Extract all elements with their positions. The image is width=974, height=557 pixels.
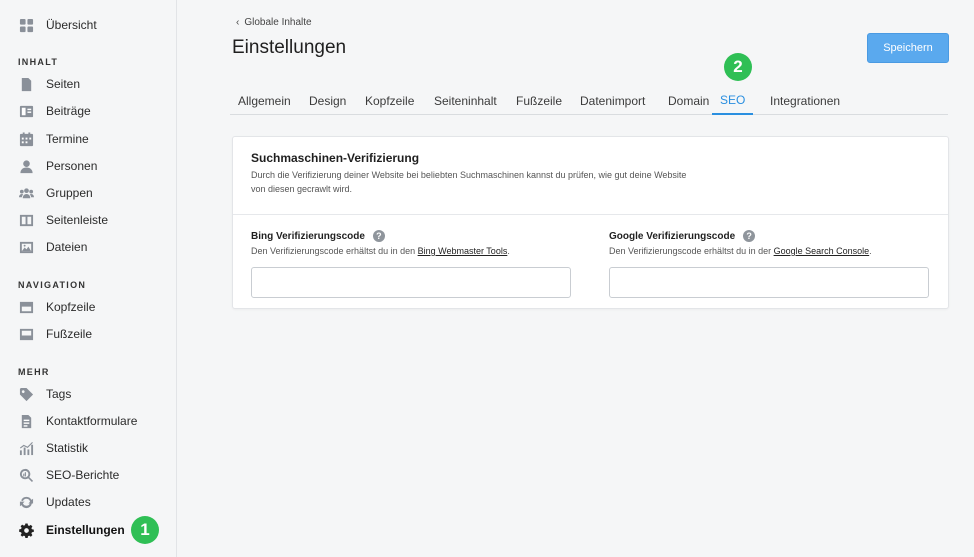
bing-label-text: Bing Verifizierungscode: [251, 230, 365, 242]
tab-page-content[interactable]: Seiteninhalt: [426, 86, 505, 115]
card-description-line: Durch die Verifizierung deiner Website b…: [251, 170, 687, 180]
tab-data-import[interactable]: Datenimport: [572, 86, 653, 115]
google-verification-field: Google Verifizierungscode ? Den Verifizi…: [609, 229, 929, 298]
search-chart-icon: [19, 468, 34, 483]
sidebar-item-sidebar[interactable]: Seitenleiste: [19, 210, 108, 230]
card-title: Suchmaschinen-Verifizierung: [251, 151, 420, 165]
bing-desc-suffix: .: [507, 246, 510, 256]
card-header: Suchmaschinen-Verifizierung Durch die Ve…: [233, 137, 948, 215]
sidebar-item-label: Übersicht: [46, 18, 97, 32]
bing-verification-field: Bing Verifizierungscode ? Den Verifizier…: [251, 229, 571, 298]
sidebar-item-files[interactable]: Dateien: [19, 237, 87, 257]
sidebar-item-label: Beiträge: [46, 104, 91, 118]
sidebar-item-persons[interactable]: Personen: [19, 156, 97, 176]
image-icon: [19, 240, 34, 255]
group-icon: [19, 186, 34, 201]
sidebar-item-label: Seiten: [46, 77, 81, 91]
page-icon: [19, 77, 34, 92]
sidebar-item-label: Einstellungen: [46, 523, 125, 537]
sidebar-item-events[interactable]: Termine: [19, 129, 89, 149]
card-description-line: von diesen gecrawlt wird.: [251, 184, 353, 194]
chart-icon: [19, 441, 34, 456]
section-label-content: INHALT: [18, 57, 59, 67]
tab-bar: Allgemein Design Kopfzeile Seiteninhalt …: [230, 86, 948, 115]
tab-domain[interactable]: Domain: [660, 86, 717, 115]
gear-icon: [19, 522, 34, 538]
sidebar-item-label: Seitenleiste: [46, 213, 109, 227]
sidebar-item-label: Tags: [46, 387, 72, 401]
sidebar-item-groups[interactable]: Gruppen: [19, 183, 93, 203]
help-icon[interactable]: ?: [372, 230, 385, 242]
chevron-left-icon: ‹: [236, 17, 240, 28]
posts-icon: [19, 104, 34, 119]
sidebar-item-tags[interactable]: Tags: [19, 384, 71, 404]
sidebar-item-label: Personen: [46, 159, 98, 173]
card-description: Durch die Verifizierung deiner Website b…: [251, 168, 751, 196]
grid-icon: [19, 18, 34, 33]
bing-webmaster-tools-link[interactable]: Bing Webmaster Tools: [418, 246, 508, 256]
tab-footer[interactable]: Fußzeile: [508, 86, 570, 115]
header-layout-icon: [19, 300, 34, 315]
step-badge-1: 1: [131, 516, 159, 544]
google-desc-suffix: .: [869, 246, 872, 256]
sidebar-item-label: Kontaktformulare: [46, 414, 138, 428]
footer-layout-icon: [19, 327, 34, 342]
google-verification-input[interactable]: [609, 267, 929, 298]
google-desc-text: Den Verifizierungscode erhältst du in de…: [609, 246, 774, 256]
person-icon: [19, 159, 34, 174]
sidebar: Übersicht INHALT Seiten Beiträge Termine…: [0, 0, 177, 557]
sidebar-item-footer[interactable]: Fußzeile: [19, 324, 92, 344]
sidebar-item-pages[interactable]: Seiten: [19, 74, 80, 94]
google-label-text: Google Verifizierungscode: [609, 230, 736, 242]
bing-field-description: Den Verifizierungscode erhältst du in de…: [251, 246, 571, 258]
tab-general[interactable]: Allgemein: [230, 86, 299, 115]
tab-integrations[interactable]: Integrationen: [762, 86, 848, 115]
refresh-icon: [19, 495, 34, 510]
tag-icon: [19, 387, 34, 402]
breadcrumb[interactable]: ‹ Globale Inhalte: [236, 17, 312, 28]
section-label-navigation: NAVIGATION: [18, 280, 87, 290]
breadcrumb-link[interactable]: Globale Inhalte: [244, 17, 311, 28]
sidebar-item-label: Fußzeile: [46, 327, 93, 341]
sidebar-item-label: Updates: [46, 495, 91, 509]
google-field-description: Den Verifizierungscode erhältst du in de…: [609, 246, 929, 258]
bing-desc-text: Den Verifizierungscode erhältst du in de…: [251, 246, 418, 256]
bing-verification-input[interactable]: [251, 267, 571, 298]
bing-field-label: Bing Verifizierungscode ?: [251, 229, 571, 243]
sidebar-item-settings[interactable]: Einstellungen: [19, 520, 125, 540]
sidebar-item-label: SEO-Berichte: [46, 468, 120, 482]
sidebar-item-label: Gruppen: [46, 186, 93, 200]
sidebar-item-label: Dateien: [46, 240, 88, 254]
sidebar-item-contact-forms[interactable]: Kontaktformulare: [19, 411, 137, 431]
main-content: ‹ Globale Inhalte Einstellungen Speicher…: [178, 0, 974, 557]
page-title: Einstellungen: [232, 37, 347, 58]
sidebar-item-statistics[interactable]: Statistik: [19, 438, 88, 458]
calendar-icon: [19, 131, 34, 147]
columns-icon: [19, 213, 34, 228]
sidebar-item-seo-reports[interactable]: SEO-Berichte: [19, 465, 119, 485]
google-search-console-link[interactable]: Google Search Console: [774, 246, 870, 256]
sidebar-item-overview[interactable]: Übersicht: [19, 15, 97, 35]
section-label-more: MEHR: [18, 367, 50, 377]
save-button[interactable]: Speichern: [867, 33, 949, 63]
sidebar-item-posts[interactable]: Beiträge: [19, 101, 91, 121]
seo-verification-card: Suchmaschinen-Verifizierung Durch die Ve…: [232, 136, 949, 309]
tab-header[interactable]: Kopfzeile: [357, 86, 422, 115]
google-field-label: Google Verifizierungscode ?: [609, 229, 929, 243]
sidebar-item-header[interactable]: Kopfzeile: [19, 297, 95, 317]
help-icon[interactable]: ?: [743, 230, 756, 242]
tab-seo[interactable]: SEO: [712, 86, 754, 115]
sidebar-item-updates[interactable]: Updates: [19, 492, 91, 512]
step-badge-2: 2: [724, 53, 752, 81]
form-icon: [19, 414, 34, 429]
tab-design[interactable]: Design: [301, 86, 354, 115]
sidebar-item-label: Kopfzeile: [46, 300, 96, 314]
sidebar-item-label: Termine: [46, 132, 89, 146]
sidebar-item-label: Statistik: [46, 441, 89, 455]
